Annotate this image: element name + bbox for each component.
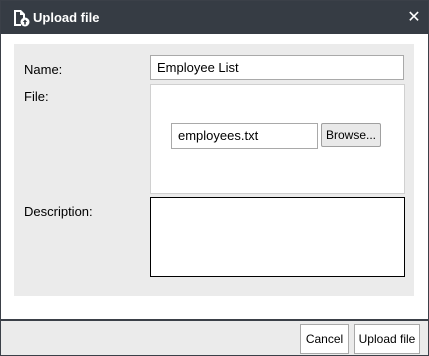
file-upload-icon — [12, 9, 30, 27]
name-input[interactable]: Employee List — [150, 55, 404, 80]
file-label: File: — [24, 89, 49, 104]
description-label: Description: — [24, 204, 93, 219]
browse-button[interactable]: Browse... — [321, 123, 381, 147]
close-icon[interactable]: ✕ — [406, 9, 422, 25]
description-textarea[interactable] — [150, 197, 405, 277]
name-label: Name: — [24, 62, 63, 77]
dialog-footer: Cancel Upload file — [1, 319, 428, 355]
upload-file-button[interactable]: Upload file — [354, 324, 420, 354]
cancel-button[interactable]: Cancel — [300, 324, 349, 354]
file-picker-area: employees.txt Browse... — [150, 84, 405, 194]
upload-file-dialog: Upload file ✕ Name: Employee List File: … — [0, 0, 429, 356]
form-panel: Name: Employee List File: employees.txt … — [14, 44, 414, 296]
dialog-title: Upload file — [33, 10, 100, 25]
dialog-titlebar: Upload file ✕ — [1, 1, 428, 34]
file-path-field[interactable]: employees.txt — [171, 123, 318, 149]
